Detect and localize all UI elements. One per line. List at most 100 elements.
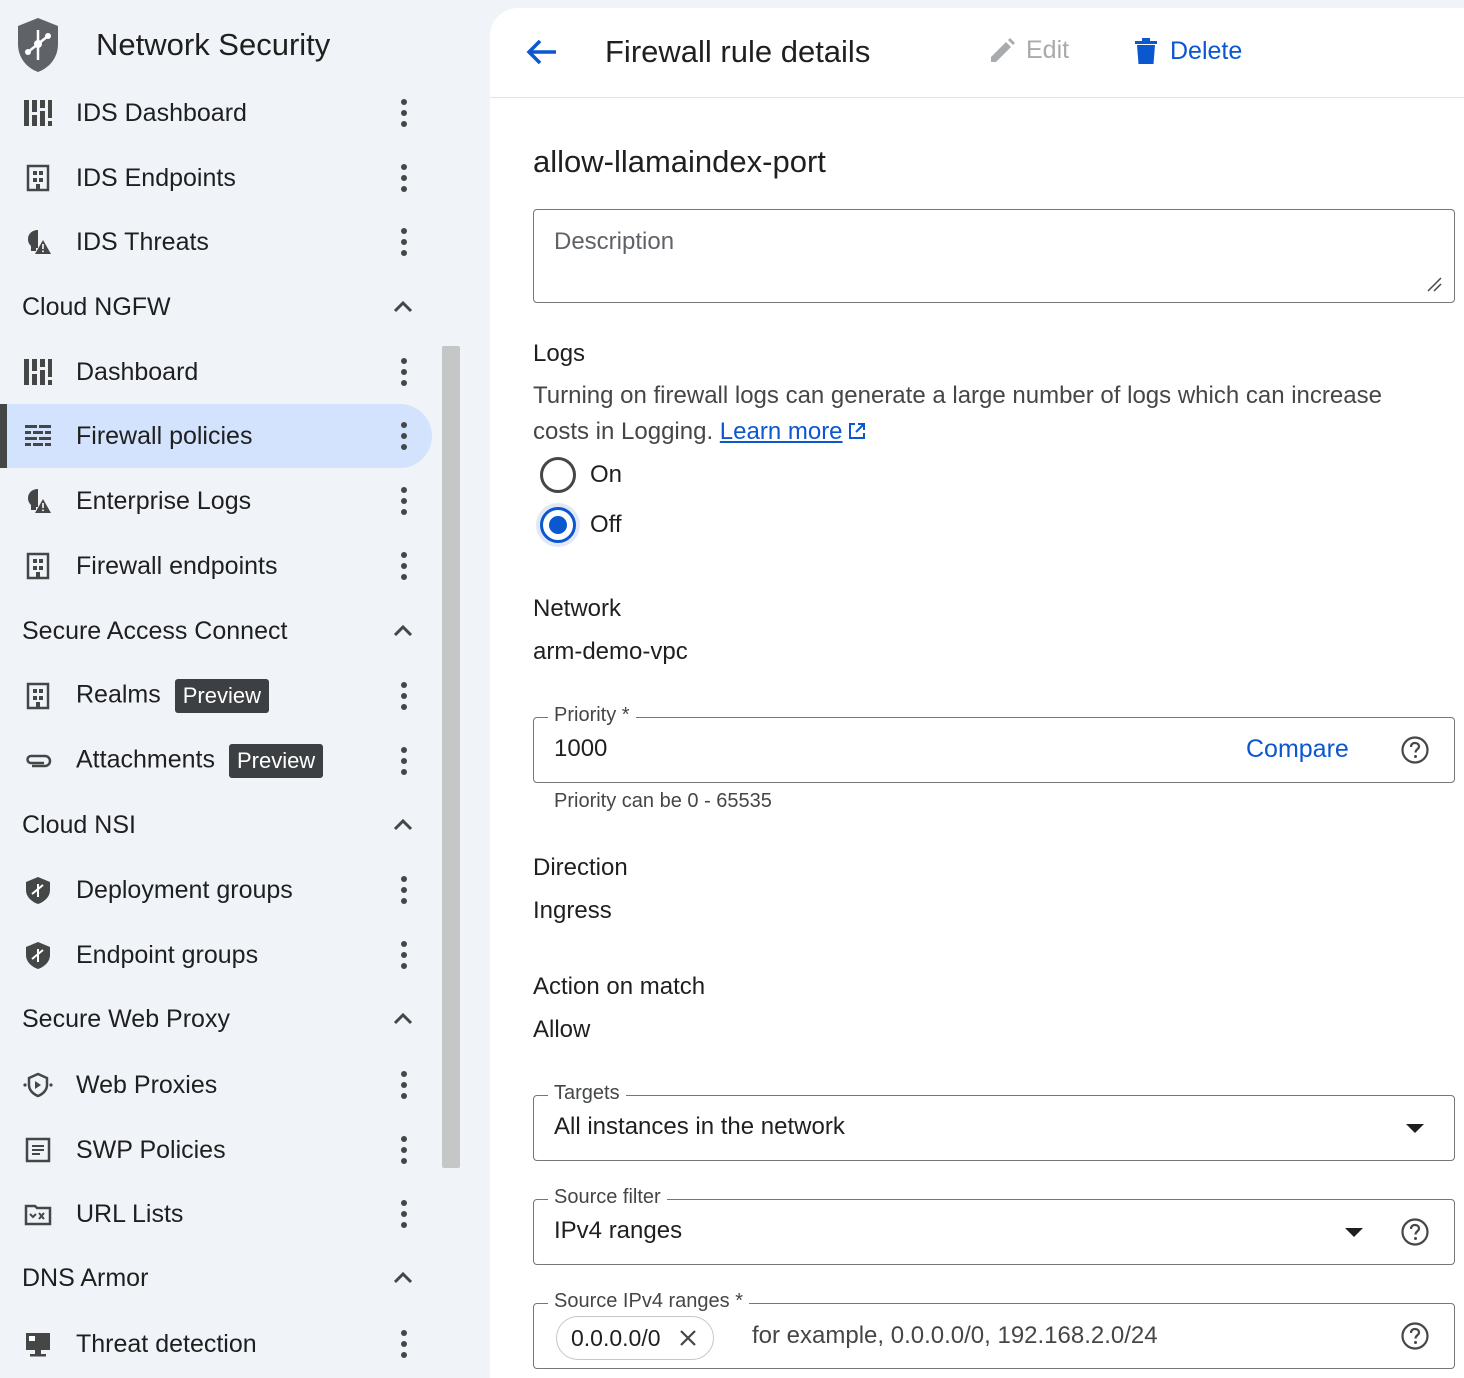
action-value: Allow — [533, 1016, 591, 1043]
sidebar-item-swp-policies[interactable]: SWP Policies — [0, 1118, 432, 1182]
sidebar-item-label: SWP Policies — [76, 1135, 226, 1164]
firewall-icon — [22, 420, 54, 452]
more-vert-icon[interactable] — [394, 483, 414, 519]
policy-icon — [22, 1134, 54, 1166]
source-ranges-input[interactable] — [752, 1320, 1372, 1352]
more-vert-icon[interactable] — [394, 678, 414, 714]
description-textarea[interactable]: Description — [533, 209, 1455, 303]
sidebar-item-ids-endpoints[interactable]: IDS Endpoints — [0, 146, 432, 210]
radio-button[interactable] — [540, 457, 576, 493]
learn-more-link[interactable]: Learn more — [720, 418, 843, 445]
brand: Network Security — [14, 16, 330, 74]
radio-button[interactable] — [540, 507, 576, 543]
priority-value[interactable]: 1000 — [554, 735, 607, 763]
sidebar-item-threat-detection[interactable]: Threat detection — [0, 1312, 432, 1376]
sidebar-item-label: Firewall policies — [76, 421, 253, 450]
priority-field[interactable]: Priority * 1000 Compare — [533, 704, 1455, 783]
close-icon[interactable] — [677, 1327, 699, 1349]
chevron-up-icon — [393, 1012, 413, 1025]
sidebar-item-ids-threats[interactable]: IDS Threats — [0, 210, 432, 274]
dashboard-icon — [22, 97, 54, 129]
more-vert-icon[interactable] — [394, 548, 414, 584]
network-security-logo-icon — [18, 18, 58, 72]
section-dns-armor[interactable]: DNS Armor — [0, 1248, 432, 1308]
section-label: Secure Web Proxy — [22, 1004, 230, 1033]
source-ranges-label: Source IPv4 ranges * — [548, 1290, 749, 1313]
source-ipv4-ranges-field[interactable]: Source IPv4 ranges * 0.0.0.0/0 — [533, 1290, 1455, 1369]
source-filter-label: Source filter — [548, 1186, 667, 1209]
sidebar-item-attachments[interactable]: Attachments Preview — [0, 729, 432, 793]
preview-badge: Preview — [174, 679, 269, 713]
sidebar-scrollbar[interactable] — [442, 346, 460, 1168]
logs-radio-on[interactable]: On — [536, 453, 622, 497]
dropdown-arrow-icon[interactable] — [1343, 1226, 1365, 1240]
sidebar-item-label: Attachments Preview — [76, 744, 324, 778]
more-vert-icon[interactable] — [394, 872, 414, 908]
sidebar-item-ids-dashboard[interactable]: IDS Dashboard — [0, 81, 432, 145]
range-chip-label: 0.0.0.0/0 — [571, 1324, 661, 1351]
more-vert-icon[interactable] — [394, 1196, 414, 1232]
sidebar-item-label: Deployment groups — [76, 875, 293, 904]
section-cloud-ngfw[interactable]: Cloud NGFW — [0, 277, 432, 337]
attachments-label: Attachments — [76, 745, 215, 774]
threat-icon — [22, 226, 54, 258]
chevron-up-icon — [393, 1271, 413, 1284]
arrow-back-icon[interactable] — [524, 34, 560, 70]
learn-more-label: Learn more — [719, 418, 843, 445]
sidebar-item-web-proxies[interactable]: Web Proxies — [0, 1053, 432, 1117]
help-icon[interactable] — [1400, 1321, 1430, 1351]
sidebar-item-label: IDS Endpoints — [76, 163, 236, 192]
section-secure-access-connect[interactable]: Secure Access Connect — [0, 601, 432, 661]
priority-hint: Priority can be 0 - 65535 — [554, 790, 772, 812]
source-filter-select[interactable]: Source filter IPv4 ranges — [533, 1186, 1455, 1265]
sidebar-item-deployment-groups[interactable]: Deployment groups — [0, 858, 432, 922]
more-vert-icon[interactable] — [394, 95, 414, 131]
help-icon[interactable] — [1400, 1217, 1430, 1247]
logs-radio-off[interactable]: Off — [536, 503, 622, 547]
sidebar-item-firewall-endpoints[interactable]: Firewall endpoints — [0, 534, 432, 598]
edit-button[interactable]: Edit — [988, 36, 1069, 65]
sidebar-item-firewall-policies[interactable]: Firewall policies — [0, 404, 432, 468]
sidebar-item-label: IDS Threats — [76, 227, 209, 256]
compare-button[interactable]: Compare — [1246, 735, 1349, 764]
dropdown-arrow-icon[interactable] — [1404, 1122, 1426, 1136]
endpoint-icon — [22, 550, 54, 582]
preview-badge: Preview — [228, 744, 324, 778]
more-vert-icon[interactable] — [394, 354, 414, 390]
pencil-icon — [991, 37, 1015, 62]
more-vert-icon[interactable] — [394, 1132, 414, 1168]
chevron-up-icon — [393, 624, 413, 637]
endpoint-icon — [22, 162, 54, 194]
sidebar-item-dashboard[interactable]: Dashboard — [0, 340, 432, 404]
endpoint-icon — [22, 680, 54, 712]
more-vert-icon[interactable] — [394, 1067, 414, 1103]
more-vert-icon[interactable] — [394, 224, 414, 260]
more-vert-icon[interactable] — [394, 743, 414, 779]
radio-wrapper — [536, 503, 580, 547]
targets-select[interactable]: Targets All instances in the network — [533, 1082, 1455, 1161]
sidebar: Network Security IDS Dashboard IDS Endpo… — [0, 0, 490, 1378]
network-value: arm-demo-vpc — [533, 638, 688, 665]
app-title: Network Security — [96, 27, 331, 62]
edit-label: Edit — [1026, 36, 1070, 64]
radio-label: Off — [590, 511, 622, 538]
section-secure-web-proxy[interactable]: Secure Web Proxy — [0, 989, 432, 1049]
sidebar-item-endpoint-groups[interactable]: Endpoint groups — [0, 923, 432, 987]
sidebar-item-realms[interactable]: Realms Preview — [0, 664, 432, 728]
open-in-new-icon — [848, 423, 865, 439]
sidebar-item-url-lists[interactable]: URL Lists — [0, 1182, 432, 1246]
targets-label: Targets — [548, 1082, 626, 1105]
resize-handle-icon[interactable] — [1426, 276, 1442, 292]
help-icon[interactable] — [1400, 735, 1430, 765]
section-cloud-nsi[interactable]: Cloud NSI — [0, 795, 432, 855]
range-chip[interactable]: 0.0.0.0/0 — [556, 1316, 714, 1360]
more-vert-icon[interactable] — [394, 418, 414, 454]
priority-label: Priority * — [548, 704, 636, 727]
more-vert-icon[interactable] — [394, 160, 414, 196]
proxy-icon — [22, 1069, 54, 1101]
more-vert-icon[interactable] — [394, 937, 414, 973]
sidebar-item-enterprise-logs[interactable]: Enterprise Logs — [0, 469, 432, 533]
more-vert-icon[interactable] — [394, 1326, 414, 1362]
trash-icon — [1135, 38, 1157, 64]
delete-button[interactable]: Delete — [1132, 36, 1242, 66]
